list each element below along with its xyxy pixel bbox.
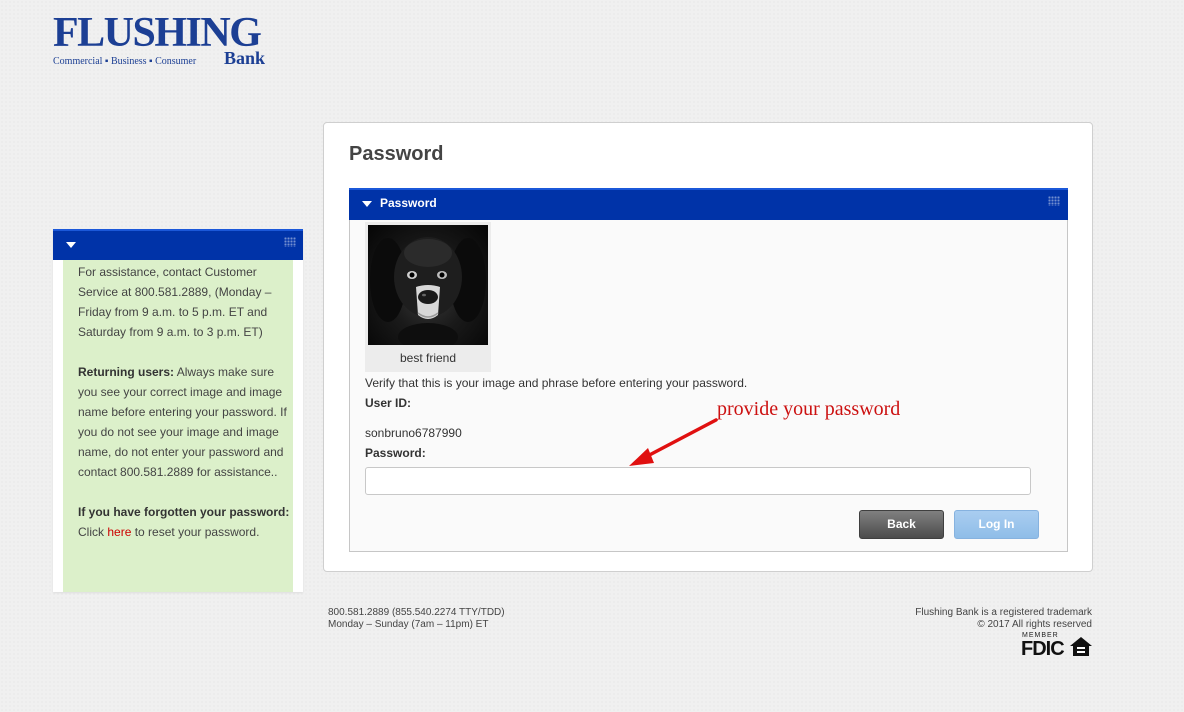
dog-photo xyxy=(370,237,486,345)
image-caption: best friend xyxy=(399,351,457,365)
security-image-box: best friend xyxy=(365,222,491,372)
grip-icon[interactable] xyxy=(284,237,296,247)
caret-down-icon[interactable] xyxy=(66,242,76,248)
logo-tagline: Commercial ▪ Business ▪ Consumer xyxy=(53,56,197,67)
footer-legal: Flushing Bank is a registered trademark … xyxy=(890,607,1092,631)
user-id-value: sonbruno6787990 xyxy=(365,426,462,440)
user-id-label: User ID: xyxy=(365,396,412,410)
forgot-password-pre: Click xyxy=(78,525,108,539)
annotation-arrow-icon xyxy=(629,418,718,466)
assistance-text: For assistance, contact Customer Service… xyxy=(78,265,272,339)
password-label: Password: xyxy=(365,446,426,460)
returning-users-body: Always make sure you see your correct im… xyxy=(78,365,287,479)
equal-housing-lender-icon xyxy=(1070,637,1092,656)
forgot-password-label: If you have forgotten your password: xyxy=(78,505,290,519)
fdic-badge[interactable]: MEMBER FDIC xyxy=(1021,632,1093,662)
panel-header[interactable]: Password xyxy=(349,188,1068,220)
footer-contact: 800.581.2889 (855.540.2274 TTY/TDD) Mond… xyxy=(328,607,505,631)
sidebar-header[interactable] xyxy=(53,229,303,260)
forgot-password-text: If you have forgotten your password: Cli… xyxy=(78,502,293,542)
returning-users-text: Returning users: Always make sure you se… xyxy=(78,362,293,482)
returning-users-label: Returning users: xyxy=(78,365,175,379)
logo-bank-text: Bank xyxy=(224,48,266,68)
assistance-sidebar: For assistance, contact Customer Service… xyxy=(53,229,303,592)
footer-hours: Monday – Sunday (7am – 11pm) ET xyxy=(328,619,489,630)
caret-down-icon[interactable] xyxy=(362,201,372,207)
footer-phone: 800.581.2889 (855.540.2274 TTY/TDD) xyxy=(328,607,505,618)
forgot-password-post: to reset your password. xyxy=(131,525,260,539)
login-button[interactable]: Log In xyxy=(954,510,1039,539)
back-button[interactable]: Back xyxy=(859,510,944,539)
password-card: Password Password best friend Verify tha… xyxy=(323,122,1093,572)
reset-password-link[interactable]: here xyxy=(107,525,131,539)
footer-copyright: © 2017 All rights reserved xyxy=(977,619,1092,630)
flushing-bank-logo[interactable]: FLUSHING Commercial ▪ Business ▪ Consume… xyxy=(53,12,278,70)
security-image xyxy=(368,225,488,345)
verify-instructions: Verify that this is your image and phras… xyxy=(365,376,748,390)
sidebar-content: For assistance, contact Customer Service… xyxy=(63,260,293,592)
footer-trademark: Flushing Bank is a registered trademark xyxy=(915,607,1092,618)
grip-icon[interactable] xyxy=(1048,196,1060,206)
annotation-text: provide your password xyxy=(717,398,901,420)
panel-title: Password xyxy=(380,196,437,210)
fdic-label: FDIC xyxy=(1021,638,1065,660)
page-title: Password xyxy=(349,143,444,165)
password-panel: Password best friend Verify that this is… xyxy=(349,188,1068,552)
